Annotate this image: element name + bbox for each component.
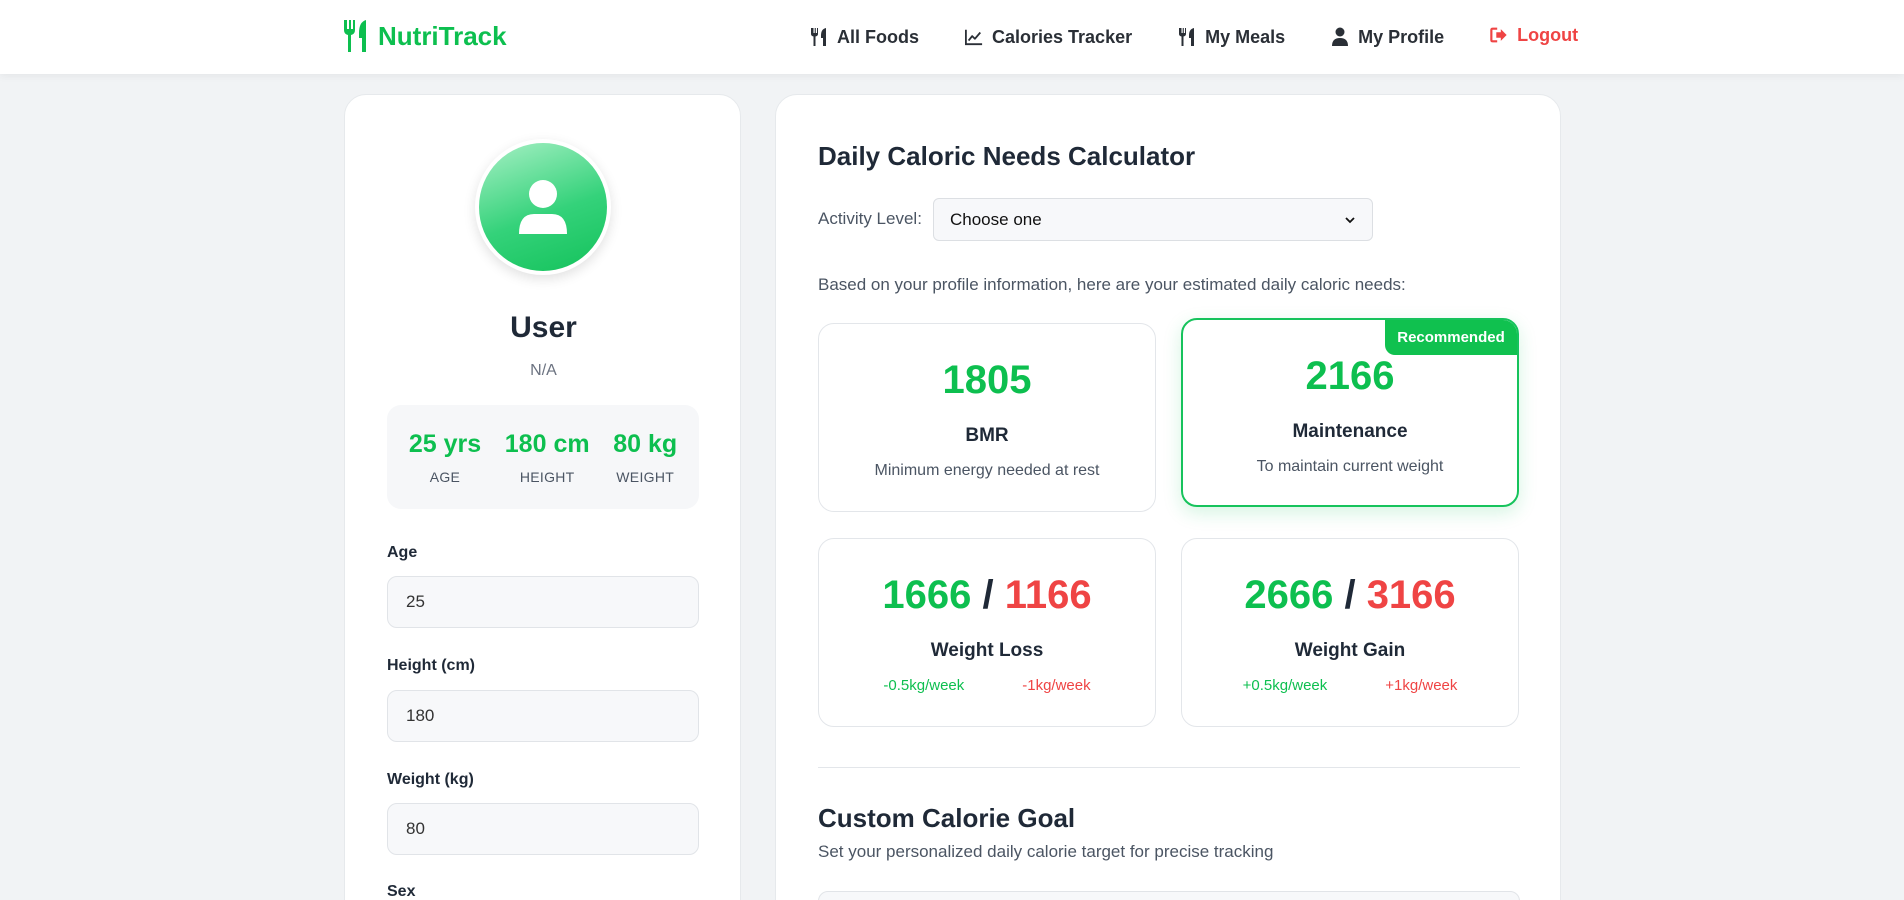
calculator-intro: Based on your profile information, here … [818,275,1406,294]
brand-name: NutriTrack [378,20,507,51]
nav-item-label: My Meals [1205,26,1286,47]
weight-label: Weight (kg) [387,771,474,788]
bmr-name: BMR [965,425,1009,446]
stat-value: 180 cm [504,429,590,458]
weight-loss-rates: -0.5kg/week -1kg/week [819,677,1155,694]
weight-loss-mild-value: 1666 [882,573,972,617]
custom-goal-subtitle: Set your personalized daily calorie targ… [818,842,1274,861]
maintenance-value: 2166 [1305,354,1395,398]
nav-item-label: Calories Tracker [992,26,1133,47]
weight-gain-mild-rate: +0.5kg/week [1242,677,1328,694]
weight-gain-rates: +0.5kg/week +1kg/week [1182,677,1518,694]
weight-loss-card: 1666 / 1166 Weight Loss -0.5kg/week -1kg… [818,538,1156,727]
sex-label: Sex [387,883,416,900]
profile-name: User [510,311,577,344]
utensils-icon [811,28,826,46]
profile-card: User N/A 25 yrs AGE 180 cm HEIGHT 80 kg … [344,94,741,900]
weight-gain-aggressive-rate: +1kg/week [1385,677,1458,694]
weight-gain-values: 2666 / 3166 [1182,573,1518,618]
weight-loss-name: Weight Loss [930,640,1044,661]
weight-gain-name: Weight Gain [1294,640,1406,661]
weight-gain-mild-value: 2666 [1244,573,1334,617]
top-navbar: NutriTrack All Foods Calories Tracker My… [0,0,1904,74]
height-label: Height (cm) [387,657,475,674]
maintenance-name: Maintenance [1292,421,1408,442]
stat-height: 180 cm HEIGHT [505,430,590,485]
logout-label: Logout [1517,24,1579,45]
stat-value: 25 yrs [408,429,482,458]
stat-age: 25 yrs AGE [409,430,481,485]
custom-goal-title: Custom Calorie Goal [818,803,1076,833]
weight-loss-values: 1666 / 1166 [819,573,1155,618]
activity-level-select[interactable]: Choose one [933,198,1373,241]
activity-level-value: Choose one [950,209,1042,229]
user-icon [519,180,567,234]
stat-label: AGE [429,468,461,485]
stat-label: HEIGHT [519,468,575,485]
chevron-down-icon [1345,216,1355,223]
nav-item-label: All Foods [837,26,919,47]
weight-loss-aggressive-rate: -1kg/week [1022,677,1091,694]
logout-button[interactable]: Logout [1490,25,1578,46]
utensils-icon [1179,28,1195,46]
chart-line-icon [965,29,983,46]
profile-stats: 25 yrs AGE 180 cm HEIGHT 80 kg WEIGHT [387,405,699,509]
sign-out-icon [1490,27,1507,43]
custom-goal-input[interactable] [818,891,1520,900]
height-field[interactable] [387,690,699,742]
avatar [475,139,611,275]
nav-links: All Foods Calories Tracker My Meals My P… [810,22,1578,52]
section-divider [818,767,1520,768]
value-separator: / [1344,573,1356,617]
weight-field[interactable] [387,803,699,855]
stat-value: 80 kg [613,429,678,458]
bmr-value: 1805 [942,358,1032,402]
nav-item-my-profile[interactable]: My Profile [1331,27,1444,48]
nav-item-all-foods[interactable]: All Foods [810,27,919,48]
weight-gain-card: 2666 / 3166 Weight Gain +0.5kg/week +1kg… [1181,538,1519,727]
age-label: Age [387,544,418,561]
bmr-desc: Minimum energy needed at rest [874,462,1100,479]
maintenance-card: Recommended 2166 Maintenance To maintain… [1181,318,1519,507]
nav-item-label: My Profile [1358,26,1445,47]
maintenance-desc: To maintain current weight [1256,458,1444,475]
age-field[interactable] [387,576,699,628]
bmr-card: 1805 BMR Minimum energy needed at rest [818,323,1156,512]
weight-gain-aggressive-value: 3166 [1366,573,1456,617]
brand-logo[interactable]: NutriTrack [342,18,507,54]
utensils-icon [344,20,366,52]
nav-item-my-meals[interactable]: My Meals [1178,27,1285,48]
stat-weight: 80 kg WEIGHT [613,430,677,485]
value-separator: / [982,573,994,617]
calculator-title: Daily Caloric Needs Calculator [818,141,1196,171]
recommended-badge: Recommended [1385,320,1517,355]
nav-item-calories-tracker[interactable]: Calories Tracker [965,27,1132,48]
calculator-card: Daily Caloric Needs Calculator Activity … [775,94,1561,900]
stat-label: WEIGHT [616,468,675,485]
weight-loss-mild-rate: -0.5kg/week [883,677,965,694]
activity-level-label: Activity Level: [818,209,922,228]
user-icon [1332,27,1349,46]
weight-loss-aggressive-value: 1166 [1004,573,1092,617]
profile-subtitle: N/A [530,362,557,379]
